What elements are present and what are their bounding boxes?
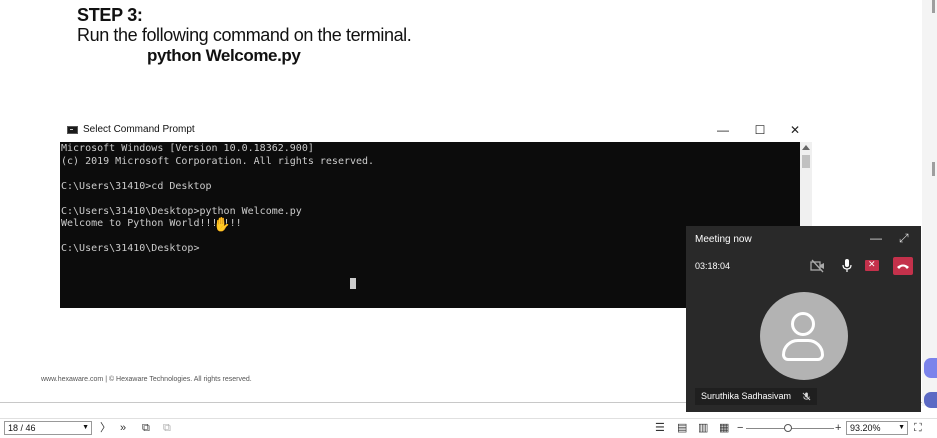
- zoom-slider-handle[interactable]: [784, 424, 792, 432]
- share-tray-icon[interactable]: [865, 259, 879, 271]
- cmd-line: [61, 168, 374, 181]
- avatar-person-icon: [791, 312, 815, 336]
- participant-name: Suruthika Sadhasivam: [701, 391, 792, 401]
- chevron-down-icon: ▼: [898, 424, 905, 431]
- participant-tag: Suruthika Sadhasivam: [695, 388, 817, 405]
- microphone-icon[interactable]: [839, 259, 855, 273]
- cmd-title: Select Command Prompt: [83, 124, 195, 135]
- page-footer: www.hexaware.com | © Hexaware Technologi…: [41, 376, 252, 383]
- avatar-body: [782, 339, 824, 361]
- meeting-timer: 03:18:04: [695, 261, 731, 271]
- chevron-down-icon: ▼: [82, 424, 89, 431]
- scroll-thumb[interactable]: [932, 162, 935, 176]
- meeting-title: Meeting now: [695, 234, 752, 245]
- avatar: [760, 292, 848, 380]
- zoom-in-button[interactable]: +: [835, 421, 841, 435]
- zoom-value: 93.20%: [850, 423, 881, 433]
- page-indicator: 18 / 46: [8, 423, 36, 433]
- step-command: python Welcome.py: [147, 46, 301, 65]
- hand-cursor-icon: ✋: [213, 216, 231, 232]
- cmd-line: [61, 193, 374, 206]
- facing-view-icon[interactable]: ▥: [698, 421, 708, 435]
- cmd-app-icon: [67, 126, 78, 134]
- hang-up-icon: [897, 264, 909, 269]
- scroll-up-arrow-icon[interactable]: [802, 145, 810, 150]
- hang-up-button[interactable]: [893, 257, 913, 275]
- maximize-button[interactable]: ☐: [751, 122, 769, 138]
- assistant-badge-icon[interactable]: [924, 392, 937, 408]
- vertical-scrollbar[interactable]: [922, 0, 937, 406]
- cmd-line: (c) 2019 Microsoft Corporation. All righ…: [61, 155, 375, 167]
- cmd-output: Microsoft Windows [Version 10.0.18362.90…: [61, 143, 374, 256]
- step-instruction: Run the following command on the termina…: [77, 25, 412, 45]
- thumbnail-view-icon[interactable]: ▦: [719, 421, 729, 435]
- scroll-thumb[interactable]: [802, 155, 810, 168]
- fullscreen-icon[interactable]: ⛶: [914, 421, 922, 435]
- cmd-line: C:\Users\31410\Desktop>: [61, 243, 200, 254]
- step-title: STEP 3:: [77, 5, 143, 25]
- page-number-dropdown[interactable]: 18 / 46 ▼: [4, 421, 92, 435]
- zoom-dropdown[interactable]: 93.20% ▼: [846, 421, 908, 435]
- mic-muted-icon: [802, 392, 810, 401]
- chat-bubble-icon[interactable]: [924, 358, 937, 378]
- status-bar: 18 / 46 ▼ 〉 » ⧉ ⧉ ☰ ▤ ▥ ▦ − + 93.20% ▼ ⛶: [0, 418, 937, 438]
- cmd-line: C:\Users\31410>cd Desktop: [61, 180, 212, 192]
- zoom-out-button[interactable]: −: [737, 421, 743, 435]
- minimize-icon[interactable]: —: [870, 231, 882, 245]
- scroll-thumb[interactable]: [932, 0, 935, 13]
- meeting-panel[interactable]: Meeting now — ⤢ 03:18:04 Suruthika Sadha…: [686, 226, 921, 412]
- next-page-icon[interactable]: 〉: [100, 421, 111, 435]
- continuous-view-icon[interactable]: ▤: [677, 421, 687, 435]
- cmd-line: Microsoft Windows [Version 10.0.18362.90…: [61, 143, 314, 154]
- cmd-titlebar[interactable]: Select Command Prompt — ☐ ✕: [60, 119, 812, 142]
- minimize-button[interactable]: —: [714, 122, 732, 138]
- single-page-view-icon[interactable]: ☰: [655, 421, 665, 435]
- close-button[interactable]: ✕: [786, 122, 804, 138]
- copy-page-icon[interactable]: ⧉: [142, 421, 150, 435]
- expand-icon[interactable]: ⤢: [899, 231, 909, 246]
- last-page-icon[interactable]: »: [120, 421, 126, 435]
- text-caret: [350, 278, 356, 289]
- camera-off-icon[interactable]: [810, 259, 826, 273]
- paste-page-icon[interactable]: ⧉: [163, 421, 171, 435]
